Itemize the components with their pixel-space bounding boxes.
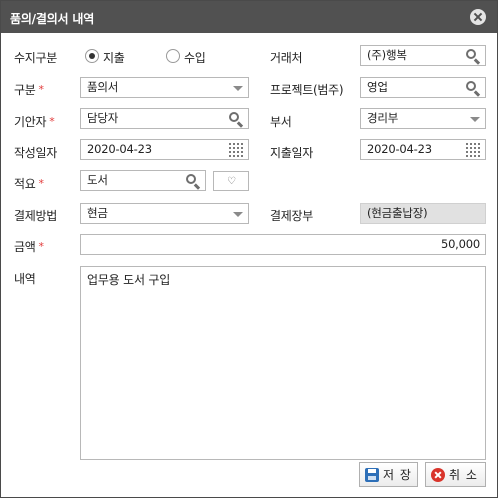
favorite-button[interactable]: ♡ [213, 171, 249, 191]
required-mark: * [38, 177, 44, 190]
search-icon[interactable] [228, 111, 244, 128]
expense-date-value: 2020-04-23 [367, 142, 432, 156]
save-button[interactable]: 저 장 [359, 462, 418, 487]
required-mark: * [38, 240, 44, 253]
expense-dialog: 품의/결의서 내역 수지구분 지출 수입 거래처 (주)행복 구분 * 품의서 프… [0, 0, 498, 498]
chevron-down-icon [233, 212, 243, 217]
cancel-icon [431, 467, 445, 482]
amount-field[interactable]: 50,000 [80, 234, 486, 255]
details-textarea[interactable]: 업무용 도서 구입 [80, 266, 486, 460]
department-value: 경리부 [367, 111, 399, 125]
created-date-label: 작성일자 [14, 146, 57, 160]
department-select[interactable]: 경리부 [360, 108, 486, 129]
payment-method-value: 현금 [87, 206, 108, 220]
cancel-button-label: 취 소 [449, 468, 478, 482]
required-mark: * [38, 83, 44, 96]
client-field[interactable]: (주)행복 [360, 45, 486, 66]
client-value: (주)행복 [367, 48, 407, 62]
details-label: 내역 [14, 272, 36, 286]
expense-date-field[interactable]: 2020-04-23 [360, 139, 486, 160]
radio-expense[interactable] [85, 49, 99, 63]
created-date-field[interactable]: 2020-04-23 [80, 139, 249, 160]
search-icon[interactable] [465, 48, 481, 65]
ledger-field: (현금출납장) [360, 203, 486, 224]
cancel-button[interactable]: 취 소 [425, 462, 486, 487]
project-field[interactable]: 영업 [360, 77, 486, 98]
category-label: 구분 * [14, 83, 44, 97]
save-icon [365, 467, 379, 482]
payment-method-label: 결제방법 [14, 209, 57, 223]
calendar-icon[interactable] [229, 143, 244, 157]
heart-icon: ♡ [227, 176, 236, 187]
title-bar: 품의/결의서 내역 [1, 1, 497, 33]
required-mark: * [49, 115, 55, 128]
created-date-value: 2020-04-23 [87, 142, 152, 156]
drafter-field[interactable]: 담당자 [80, 108, 249, 129]
project-value: 영업 [367, 80, 388, 94]
search-icon[interactable] [465, 80, 481, 97]
client-label: 거래처 [270, 51, 303, 65]
calendar-icon[interactable] [466, 143, 481, 157]
expense-date-label: 지출일자 [270, 146, 313, 160]
radio-income-label: 수입 [184, 51, 206, 65]
chevron-down-icon [470, 117, 480, 122]
search-icon[interactable] [185, 173, 201, 190]
amount-label: 금액 * [14, 240, 44, 254]
drafter-label: 기안자 * [14, 115, 55, 129]
category-value: 품의서 [87, 80, 119, 94]
payment-method-select[interactable]: 현금 [80, 203, 249, 224]
ledger-value: (현금출납장) [367, 206, 428, 220]
chevron-down-icon [233, 86, 243, 91]
radio-expense-label: 지출 [103, 51, 125, 65]
type-label: 수지구분 [14, 51, 57, 65]
summary-value: 도서 [87, 173, 108, 187]
ledger-label: 결제장부 [270, 209, 313, 223]
department-label: 부서 [270, 115, 292, 129]
close-icon[interactable] [470, 9, 486, 25]
dialog-title: 품의/결의서 내역 [10, 12, 95, 26]
radio-income[interactable] [166, 49, 180, 63]
category-select[interactable]: 품의서 [80, 77, 249, 98]
drafter-value: 담당자 [87, 111, 119, 125]
summary-label: 적요 * [14, 177, 44, 191]
amount-value: 50,000 [440, 237, 480, 251]
summary-field[interactable]: 도서 [80, 170, 206, 191]
save-button-label: 저 장 [383, 468, 412, 482]
project-label: 프로젝트(범주) [270, 83, 344, 97]
